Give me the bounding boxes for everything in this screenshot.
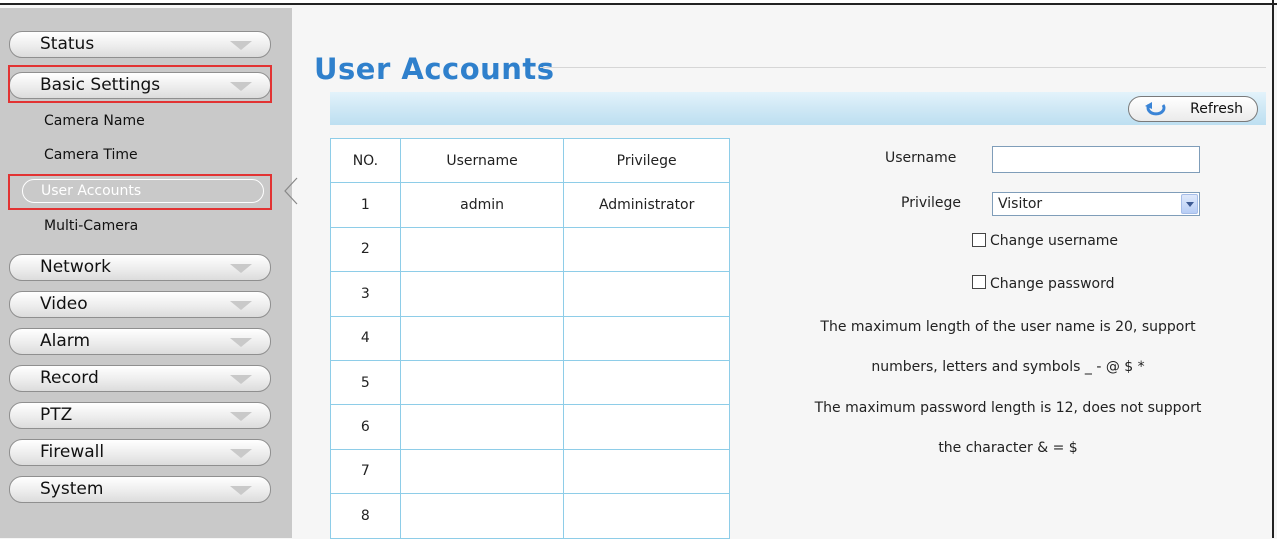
cell-username <box>399 315 565 361</box>
menu-video[interactable]: Video <box>9 291 271 318</box>
top-border <box>0 0 1277 5</box>
change-password-checkbox[interactable] <box>972 275 986 289</box>
title-divider <box>540 67 1266 68</box>
cell-username <box>399 404 565 450</box>
chevron-down-icon <box>230 264 252 273</box>
highlight-basic-settings <box>8 65 272 103</box>
table-row[interactable]: 2 <box>330 226 730 273</box>
table-row[interactable]: 6 <box>330 404 730 450</box>
cell-privilege <box>563 448 730 495</box>
chevron-down-icon <box>230 412 252 421</box>
cell-privilege <box>563 315 730 361</box>
cell-privilege <box>563 226 730 273</box>
menu-alarm[interactable]: Alarm <box>9 328 271 355</box>
cell-privilege <box>563 359 730 406</box>
table-row[interactable]: 4 <box>330 315 730 361</box>
cell-privilege <box>563 493 730 539</box>
chevron-down-icon <box>1181 194 1198 214</box>
menu-ptz[interactable]: PTZ <box>9 402 271 429</box>
cell-no: 6 <box>330 404 401 450</box>
menu-network[interactable]: Network <box>9 254 271 281</box>
chevron-down-icon <box>230 486 252 495</box>
menu-label: System <box>40 479 104 499</box>
privilege-selected-value: Visitor <box>998 196 1043 212</box>
user-accounts-table: NO. Username Privilege 1 admin Administr… <box>330 137 730 539</box>
chevron-down-icon <box>230 449 252 458</box>
submenu-multi-camera[interactable]: Multi-Camera <box>44 218 138 234</box>
table-row[interactable]: 3 <box>330 271 730 317</box>
username-input[interactable] <box>992 146 1200 173</box>
chevron-down-icon <box>230 338 252 347</box>
change-username-checkbox[interactable] <box>972 233 986 247</box>
page-title: User Accounts <box>314 52 555 86</box>
menu-label: Video <box>40 294 88 314</box>
username-label: Username <box>885 150 957 166</box>
chevron-down-icon <box>230 375 252 384</box>
cell-no: 7 <box>330 448 401 495</box>
cell-no: 4 <box>330 315 401 361</box>
column-header-no: NO. <box>330 137 401 184</box>
cell-username <box>399 493 565 539</box>
table-header-row: NO. Username Privilege <box>330 137 730 184</box>
change-password-label: Change password <box>990 276 1115 292</box>
cell-no: 5 <box>330 359 401 406</box>
cell-no: 3 <box>330 271 401 317</box>
cell-username <box>399 359 565 406</box>
info-text-line: numbers, letters and symbols _ - @ $ * <box>871 359 1145 375</box>
menu-firewall[interactable]: Firewall <box>9 439 271 466</box>
cell-privilege <box>563 271 730 317</box>
sidebar: Status Basic Settings Camera Name Camera… <box>0 8 292 538</box>
change-username-label: Change username <box>990 233 1119 249</box>
cell-no: 8 <box>330 493 401 539</box>
menu-label: Status <box>40 34 95 54</box>
chevron-down-icon <box>230 41 252 50</box>
refresh-label: Refresh <box>1190 101 1243 117</box>
toolbar: Refresh <box>330 92 1266 125</box>
menu-record[interactable]: Record <box>9 365 271 392</box>
menu-label: Alarm <box>40 331 91 351</box>
refresh-icon <box>1145 102 1166 116</box>
column-header-username: Username <box>399 137 565 184</box>
cell-privilege <box>563 404 730 450</box>
refresh-button[interactable]: Refresh <box>1128 96 1258 122</box>
column-header-privilege: Privilege <box>563 137 730 184</box>
cell-username <box>399 226 565 273</box>
menu-label: Record <box>40 368 99 388</box>
table-row[interactable]: 1 admin Administrator <box>330 182 730 228</box>
menu-system[interactable]: System <box>9 476 271 503</box>
table-row[interactable]: 8 <box>330 493 730 539</box>
submenu-camera-name[interactable]: Camera Name <box>44 113 145 129</box>
privilege-label: Privilege <box>901 195 962 211</box>
cell-username <box>399 271 565 317</box>
cell-no: 1 <box>330 182 401 228</box>
privilege-select[interactable]: Visitor <box>992 192 1200 216</box>
menu-label: PTZ <box>40 405 73 425</box>
info-text-line: the character & = $ <box>938 440 1078 456</box>
highlight-user-accounts <box>8 174 272 210</box>
right-border <box>1272 0 1274 538</box>
menu-label: Network <box>40 257 111 277</box>
cell-no: 2 <box>330 226 401 273</box>
info-text-line: The maximum password length is 12, does … <box>814 400 1202 416</box>
selection-pointer-icon <box>284 177 298 205</box>
info-text-line: The maximum length of the user name is 2… <box>820 319 1196 335</box>
chevron-down-icon <box>230 301 252 310</box>
cell-privilege: Administrator <box>563 182 730 228</box>
cell-username: admin <box>399 182 565 228</box>
menu-label: Firewall <box>40 442 105 462</box>
table-row[interactable]: 7 <box>330 448 730 495</box>
menu-status[interactable]: Status <box>9 31 271 58</box>
cell-username <box>399 448 565 495</box>
table-row[interactable]: 5 <box>330 359 730 406</box>
submenu-camera-time[interactable]: Camera Time <box>44 147 138 163</box>
